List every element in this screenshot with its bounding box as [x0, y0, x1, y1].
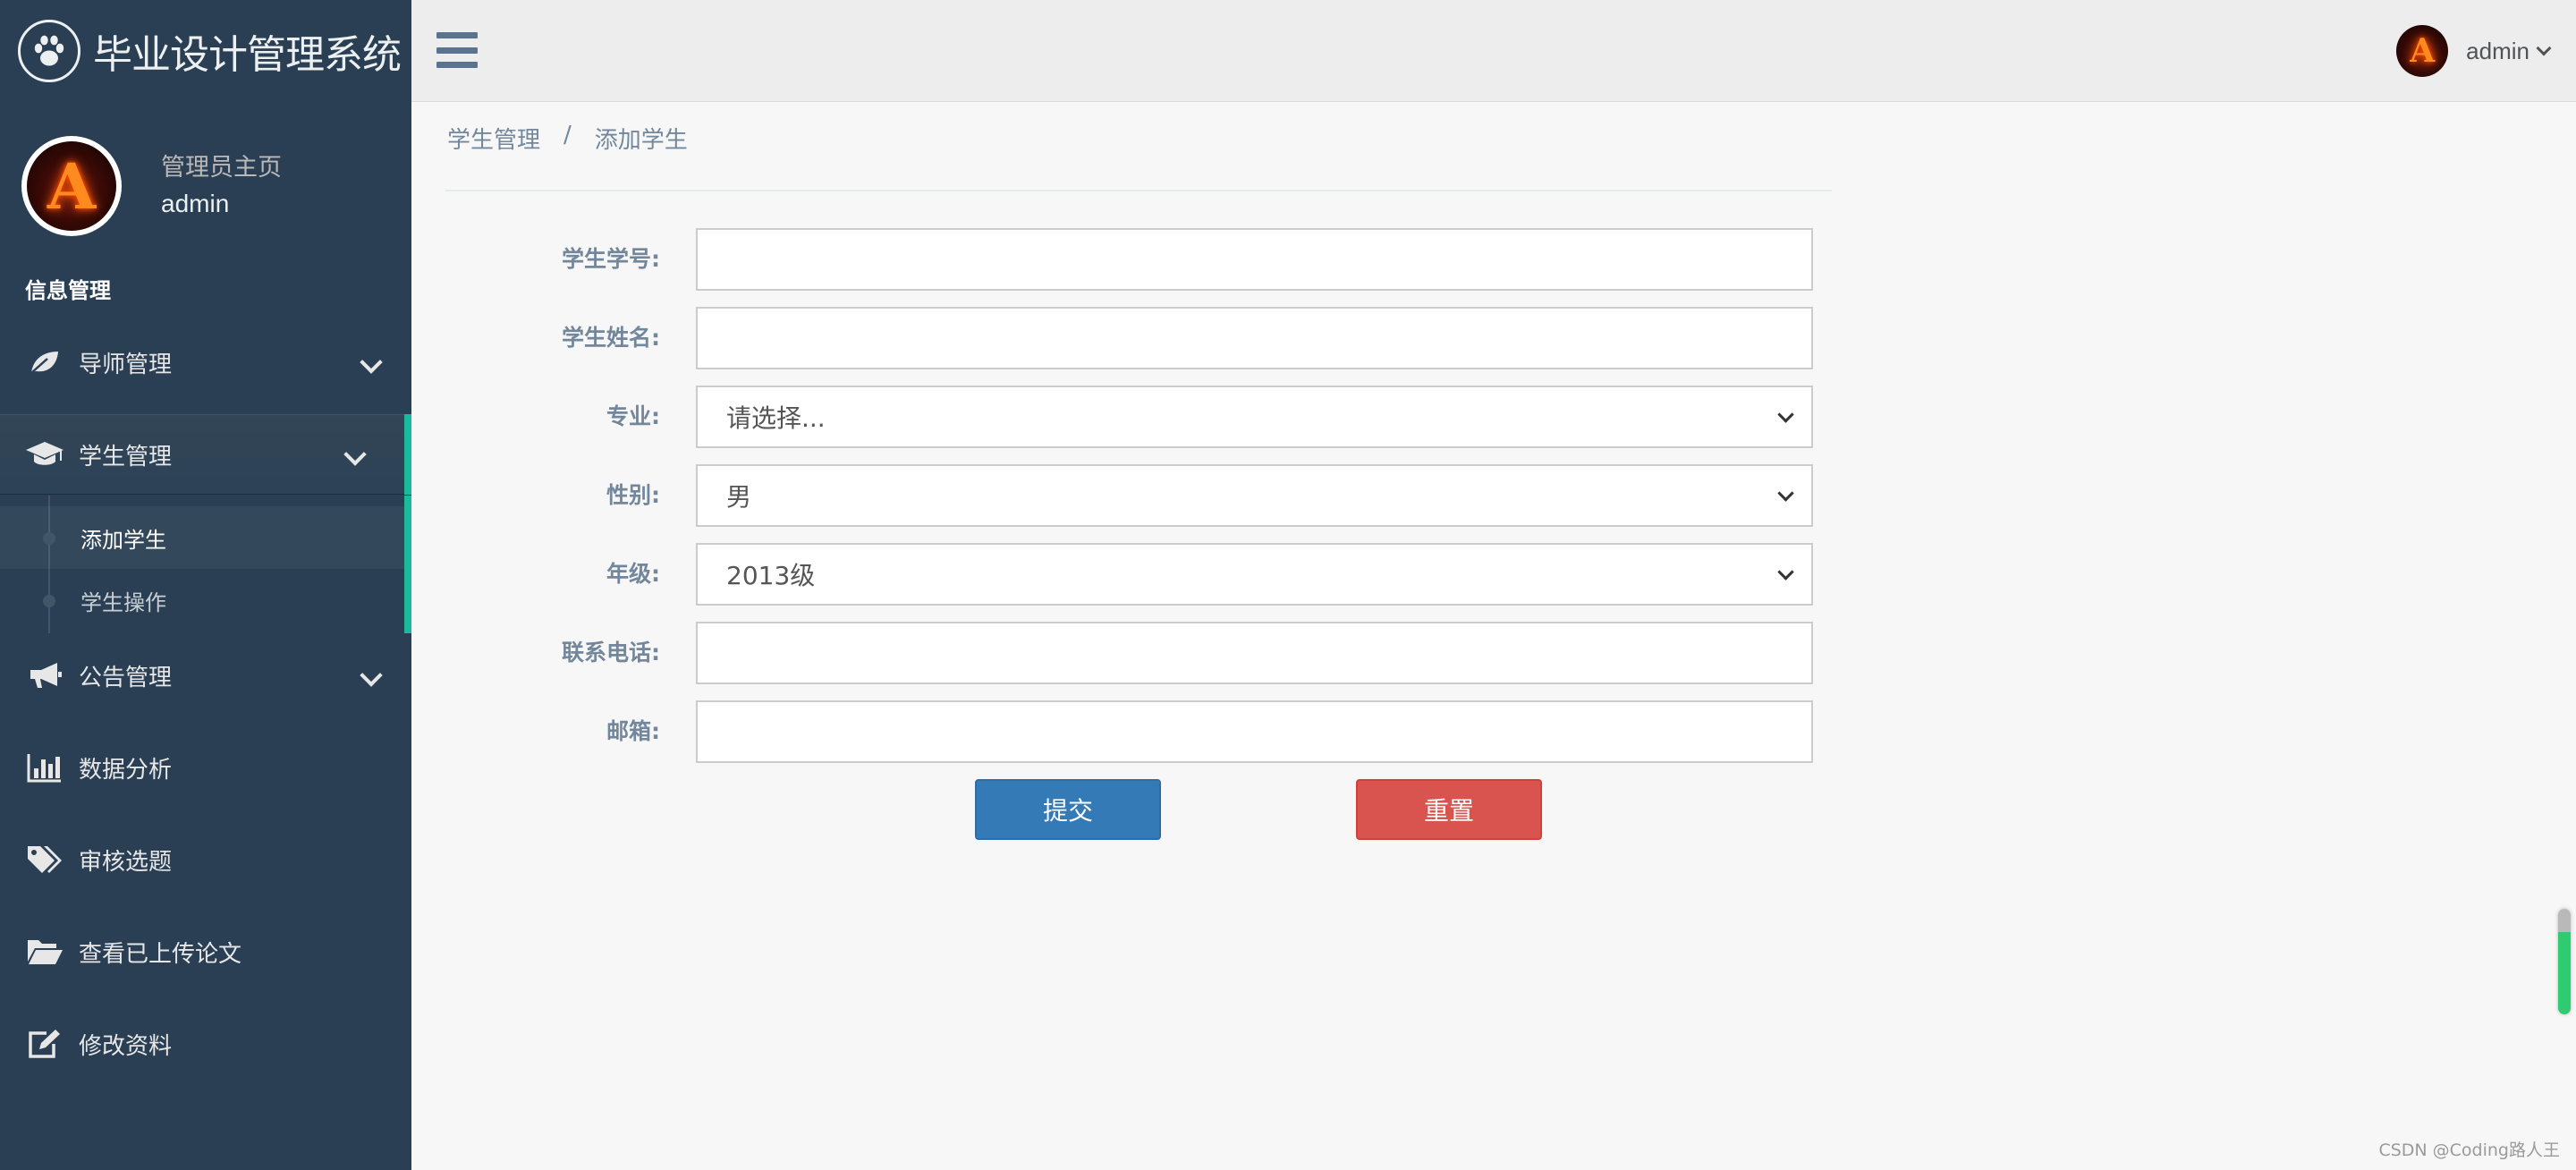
grade-select[interactable]: 2013级: [696, 543, 1813, 606]
chevron-down-icon: [1777, 485, 1794, 502]
gender-selected-value: 男: [726, 482, 752, 512]
email-input[interactable]: [696, 700, 1813, 763]
breadcrumb: 学生管理 / 添加学生: [447, 122, 688, 155]
sidebar-item-label: 修改资料: [79, 1032, 173, 1060]
grade-selected-value: 2013级: [726, 561, 816, 590]
form-row-grade: 年级: 2013级: [0, 543, 1878, 606]
brand-title: 毕业设计管理系统: [93, 32, 402, 78]
breadcrumb-item-add-student: 添加学生: [594, 127, 688, 154]
form-row-major: 专业: 请选择...: [0, 386, 1878, 448]
user-menu[interactable]: A admin: [2396, 25, 2552, 77]
sidebar-item-label: 查看已上传论文: [79, 940, 242, 968]
edit-icon: [25, 1026, 64, 1062]
avatar: A: [21, 136, 122, 236]
sidebar-item-edit-profile[interactable]: 修改资料: [0, 1004, 411, 1084]
major-select[interactable]: 请选择...: [696, 386, 1813, 448]
tags-icon: [25, 842, 64, 878]
gender-label: 性别:: [606, 482, 660, 508]
avatar-letter: A: [2410, 32, 2436, 70]
avatar-letter: A: [47, 148, 97, 224]
paw-icon: [18, 20, 80, 82]
breadcrumb-separator: /: [564, 122, 572, 148]
student-id-input[interactable]: [696, 228, 1813, 291]
student-name-label: 学生姓名:: [562, 325, 660, 351]
major-selected-value: 请选择...: [726, 403, 826, 433]
profile-welcome: 管理员主页: [161, 154, 282, 182]
chevron-down-icon: [1777, 406, 1794, 423]
scroll-indicator[interactable]: [2558, 909, 2571, 1014]
divider: [445, 190, 1832, 191]
hamburger-icon[interactable]: [436, 32, 478, 68]
gender-select[interactable]: 男: [696, 464, 1813, 527]
submit-button[interactable]: 提交: [975, 779, 1161, 840]
sidebar-item-review-topics[interactable]: 审核选题: [0, 819, 411, 900]
chevron-down-icon: [2536, 40, 2552, 56]
sidebar-item-label: 审核选题: [79, 848, 173, 876]
profile: A 管理员主页 admin: [21, 136, 282, 236]
form-row-gender: 性别: 男: [0, 464, 1878, 527]
phone-input[interactable]: [696, 622, 1813, 684]
folder-open-icon: [25, 934, 64, 970]
student-name-input[interactable]: [696, 307, 1813, 369]
form-row-student-name: 学生姓名:: [0, 307, 1878, 369]
email-label: 邮箱:: [606, 718, 660, 744]
user-name: admin: [2466, 37, 2529, 64]
avatar: A: [2396, 25, 2449, 77]
profile-name: admin: [161, 190, 230, 217]
sidebar-item-view-papers[interactable]: 查看已上传论文: [0, 911, 411, 992]
form-row-phone: 联系电话:: [0, 622, 1878, 684]
phone-label: 联系电话:: [562, 640, 660, 666]
breadcrumb-item-student-management[interactable]: 学生管理: [447, 122, 540, 155]
grade-label: 年级:: [606, 561, 660, 587]
brand[interactable]: 毕业设计管理系统: [0, 0, 411, 102]
form-row-student-id: 学生学号:: [0, 228, 1878, 291]
reset-button[interactable]: 重置: [1356, 779, 1542, 840]
major-label: 专业:: [606, 403, 660, 429]
chevron-down-icon: [1777, 564, 1794, 581]
top-nav: A admin: [411, 0, 2576, 102]
watermark: CSDN @Coding路人王: [2378, 1140, 2560, 1160]
form-row-email: 邮箱:: [0, 700, 1878, 763]
student-id-label: 学生学号:: [562, 246, 660, 272]
